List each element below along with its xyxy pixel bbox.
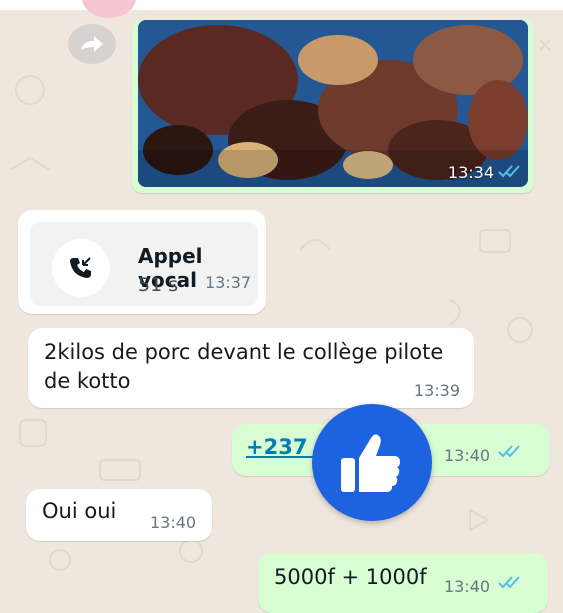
outgoing-message[interactable]: 5000f + 1000f 13:40 [258, 553, 548, 613]
double-check-icon [498, 165, 520, 178]
forward-icon [81, 36, 103, 52]
food-photo[interactable] [138, 20, 528, 187]
message-text: 5000f + 1000f [274, 565, 427, 589]
call-icon-container [52, 239, 110, 297]
message-time: 13:34 [447, 163, 494, 182]
double-check-icon [498, 576, 520, 589]
thumbs-up-icon [341, 433, 400, 492]
incoming-message[interactable]: 2kilos de porc devant le collège pilote … [28, 328, 474, 408]
incoming-message[interactable]: Oui oui 13:40 [26, 489, 212, 541]
message-time: 13:40 [150, 513, 197, 532]
photo-message[interactable]: 13:34 [132, 20, 534, 193]
message-text: 2kilos de porc devant le collège pilote … [44, 340, 444, 393]
call-duration: 51 s [138, 274, 179, 296]
message-time: 13:40 [444, 577, 491, 596]
message-time: 13:39 [413, 381, 460, 400]
double-check-icon [498, 445, 520, 458]
call-card[interactable]: Appel vocal 51 s [30, 222, 258, 306]
grilled-pork-image [138, 20, 528, 187]
incoming-call-icon [70, 257, 91, 278]
like-button[interactable] [312, 404, 432, 521]
call-message[interactable]: Appel vocal 51 s [18, 210, 266, 314]
message-time: 13:40 [444, 446, 491, 465]
message-text: Oui oui [42, 499, 117, 523]
message-time: 13:37 [205, 273, 252, 292]
forward-button[interactable] [68, 24, 116, 64]
